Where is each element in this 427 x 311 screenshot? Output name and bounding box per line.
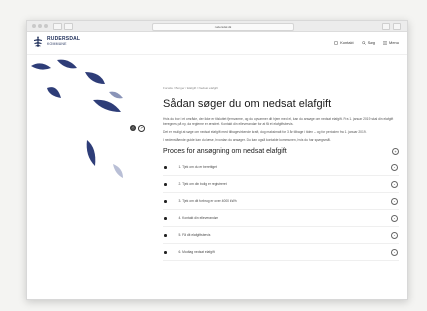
bullet-icon — [164, 200, 167, 203]
process-step-label: 6. Modtag nedsat elafgift — [178, 250, 215, 255]
share-button[interactable]: ↗ — [138, 125, 145, 132]
page-title: Sådan søger du om nedsat elafgift — [163, 98, 332, 110]
leaf-shape — [113, 164, 123, 178]
menu-icon — [382, 41, 387, 44]
process-step-label: 2. Tjek om din bolig er registreret — [178, 182, 227, 187]
process-steps: 1. Tjek om du er berettiget ⌄ 2. Tjek om… — [163, 159, 399, 262]
bullet-icon — [164, 183, 167, 186]
leaf-shape — [47, 87, 61, 98]
minimize-window-button[interactable] — [38, 24, 42, 28]
expand-toggle-icon[interactable]: + — [392, 148, 399, 156]
process-step[interactable]: 6. Modtag nedsat elafgift ⌄ — [163, 244, 399, 262]
process-step-label: 5. Få dit elafgiftsbevis — [178, 233, 211, 238]
bullet-icon — [164, 251, 167, 254]
bullet-icon — [164, 217, 167, 220]
chevron-down-icon[interactable]: ⌄ — [391, 197, 398, 205]
logo-name: RUDERSDAL — [47, 35, 81, 42]
leaf-shape — [31, 63, 51, 70]
address-bar[interactable]: rudersdal.dk — [152, 23, 294, 31]
crest-icon — [34, 36, 42, 47]
site-header: RUDERSDAL KOMMUNE Kontakt Søg Menu — [27, 32, 407, 55]
site-logo[interactable]: RUDERSDAL KOMMUNE — [33, 36, 80, 47]
leaf-shape — [93, 99, 121, 112]
leaf-shape — [86, 140, 96, 166]
process-section-title: Proces for ansøgning om nedsat elafgift — [163, 148, 287, 156]
header-nav: Kontakt Søg Menu — [334, 40, 399, 45]
print-button[interactable]: ⎙ — [130, 125, 136, 131]
header-nav-label: Kontakt — [340, 40, 354, 45]
process-section-header[interactable]: Proces for ansøgning om nedsat elafgift … — [163, 148, 399, 156]
bullet-icon — [164, 166, 167, 169]
chevron-down-icon[interactable]: ⌄ — [391, 248, 398, 256]
window-controls — [32, 24, 48, 28]
breadcrumb[interactable]: Forside / Borger / Elafgift / Nedsat ela… — [163, 86, 399, 90]
tabs-button[interactable] — [393, 23, 401, 30]
process-step[interactable]: 5. Få dit elafgiftsbevis ⌄ — [163, 227, 399, 245]
browser-actions — [382, 23, 401, 30]
header-nav-contact[interactable]: Kontakt — [334, 40, 354, 45]
leaf-shape — [85, 72, 105, 84]
process-step-label: 1. Tjek om du er berettiget — [178, 165, 217, 170]
intro-paragraph: Hvis du bor i et område, der ikke er til… — [163, 117, 394, 126]
share-buttons: ⎙ ↗ — [130, 125, 145, 132]
logo-subtitle: KOMMUNE — [47, 41, 67, 46]
chevron-down-icon[interactable]: ⌄ — [391, 163, 398, 171]
leaf-shape — [57, 59, 77, 69]
header-nav-label: Menu — [388, 40, 399, 45]
header-nav-search[interactable]: Søg — [361, 40, 375, 45]
forward-button[interactable] — [64, 23, 73, 30]
chevron-down-icon[interactable]: ⌄ — [391, 231, 398, 239]
browser-nav-buttons — [53, 23, 73, 30]
header-nav-menu[interactable]: Menu — [382, 40, 399, 45]
intro-paragraph: Det er muligt at søge om nedsat elafgift… — [163, 129, 367, 134]
process-step[interactable]: 3. Tjek om dit forbrug er over 4000 kWh … — [163, 193, 399, 211]
intro-paragraph: I nedenstående guide kan du læse, hvorda… — [163, 137, 331, 142]
main-content: Forside / Borger / Elafgift / Nedsat ela… — [163, 54, 399, 262]
chevron-down-icon[interactable]: ⌄ — [391, 180, 398, 188]
browser-toolbar: rudersdal.dk — [27, 21, 407, 32]
maximize-window-button[interactable] — [44, 24, 48, 28]
close-window-button[interactable] — [32, 24, 36, 28]
bullet-icon — [164, 234, 167, 237]
process-step[interactable]: 1. Tjek om du er berettiget ⌄ — [163, 159, 399, 177]
process-step[interactable]: 2. Tjek om din bolig er registreret ⌄ — [163, 176, 399, 194]
process-step[interactable]: 4. Kontakt din elleverandør ⌄ — [163, 210, 399, 228]
process-step-label: 4. Kontakt din elleverandør — [178, 216, 218, 221]
share-browser-button[interactable] — [382, 23, 390, 30]
header-nav-label: Søg — [367, 40, 375, 45]
leaf-shape — [109, 91, 123, 99]
browser-window: rudersdal.dk RUDERSDAL KOMMUNE Kontakt S… — [26, 20, 408, 300]
back-button[interactable] — [53, 23, 62, 30]
phone-icon — [334, 40, 338, 45]
search-icon — [361, 40, 366, 45]
process-step-label: 3. Tjek om dit forbrug er over 4000 kWh — [178, 199, 237, 204]
leaf-decoration — [31, 59, 123, 178]
chevron-down-icon[interactable]: ⌄ — [391, 214, 398, 222]
